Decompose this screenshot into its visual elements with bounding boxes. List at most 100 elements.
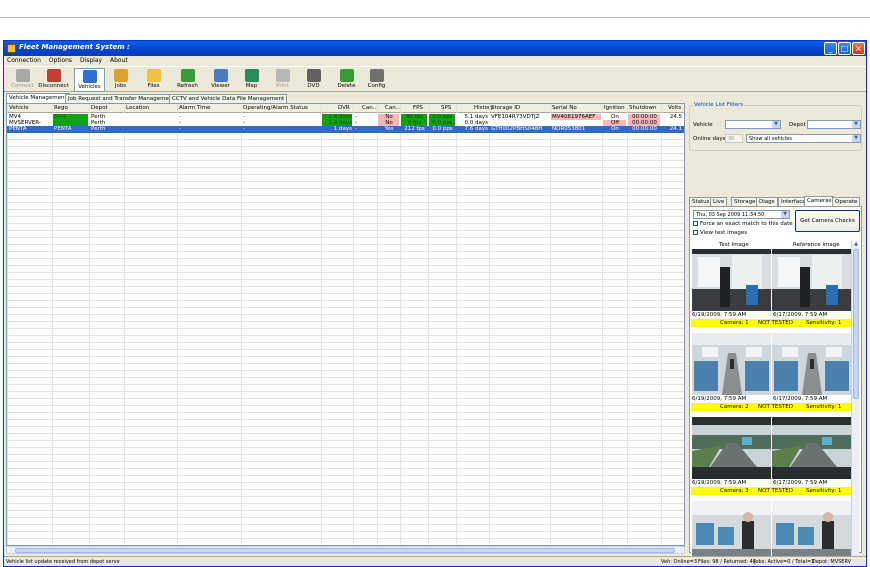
toolbar-map-button[interactable]: Map — [236, 68, 267, 92]
close-button[interactable]: × — [852, 42, 865, 55]
toolbar-files-button[interactable]: Files — [138, 68, 169, 92]
status-files: Files: 98 / Returned: 46 — [698, 559, 756, 565]
table-row[interactable]: PENTA PENTA Perth - -1 days - Yes 212 fps 0.0 pp… — [7, 126, 684, 133]
toolbar-button-label: Config — [367, 83, 386, 89]
toolbar-config-button[interactable]: Config — [361, 68, 392, 92]
table-cell: Perth — [91, 126, 106, 132]
depot-filter-select[interactable]: ▼ — [807, 120, 861, 129]
grid-column-header[interactable]: Shutdown — [629, 105, 656, 111]
tab-cameras[interactable]: Cameras — [804, 196, 835, 206]
test-image[interactable] — [692, 417, 772, 479]
table-cell: 1 days — [333, 126, 352, 132]
checkbox-box[interactable] — [693, 221, 698, 226]
minimize-button[interactable]: _ — [824, 42, 837, 55]
grid-column-header[interactable]: Volts — [668, 105, 681, 111]
reference-image[interactable] — [772, 501, 852, 563]
title-bar[interactable]: Fleet Management System : _ □ × — [4, 41, 866, 56]
grid-column-header[interactable]: Ignition — [604, 105, 625, 111]
vehicle-filter-select[interactable]: ▼ — [725, 120, 781, 129]
toolbar-delete-button[interactable]: Delete — [331, 68, 362, 92]
toolbar-button-label: DVD — [307, 83, 320, 89]
grid-column-header[interactable]: Vehicle — [9, 105, 29, 111]
vertical-scrollbar[interactable]: ▲ ▼ — [851, 241, 859, 566]
toolbar-refresh-button[interactable]: Refresh — [172, 68, 203, 92]
toolbar-jobs-button[interactable]: Jobs — [105, 68, 136, 92]
show-vehicles-select[interactable]: Show all vehicles ▼ — [746, 134, 861, 143]
status-depot: Depot: MVSERV — [812, 559, 852, 565]
reference-image[interactable] — [772, 249, 852, 311]
get-camera-checks-button[interactable]: Get Camera Checks — [795, 210, 860, 232]
reference-image-timestamp: 6/17/2009, 7:59 AM — [773, 480, 828, 486]
tab-status[interactable]: Status — [689, 197, 713, 206]
tab-storage[interactable]: Storage — [731, 197, 759, 206]
document-top-rule — [0, 17, 870, 18]
table-cell: PENTA — [54, 126, 72, 132]
tab-vehicle-management[interactable]: Vehicle Management — [6, 93, 70, 103]
view-test-images-checkbox[interactable]: View test images — [693, 230, 747, 236]
grid-column-header[interactable]: Rego — [54, 105, 68, 111]
menu-connection[interactable]: Connection — [4, 56, 44, 65]
toolbar-viewer-button[interactable]: Viewer — [205, 68, 236, 92]
camera-test-status: NOT TESTED — [758, 320, 793, 326]
date-picker[interactable]: Thu, 03 Sep 2009 11:34:50 ▼ — [693, 210, 790, 219]
test-image[interactable] — [692, 333, 772, 395]
camera-status-bar: Camera: 2 NOT TESTED Sensitivity: 1 — [691, 403, 851, 411]
camera-list[interactable]: Test Image Reference image 6/19/2009, 7:… — [691, 241, 859, 566]
force-exact-checkbox[interactable]: Force an exact match to this date — [693, 221, 793, 227]
grid-column-divider — [377, 104, 378, 545]
test-image[interactable] — [692, 249, 772, 311]
camera-check-item[interactable]: 6/19/2009, 7:59 AM6/17/2009, 7:59 AMCame… — [691, 249, 851, 331]
tab-live[interactable]: Live — [710, 197, 728, 206]
toolbar-connect-button[interactable]: Connect — [7, 68, 38, 92]
horizontal-scrollbar[interactable] — [6, 546, 685, 554]
disconnect-icon — [46, 69, 61, 82]
toolbar-button-label: Delete — [337, 83, 356, 89]
grid-column-header[interactable]: Operating/Alarm Status — [243, 105, 308, 111]
toolbar-disconnect-button[interactable]: Disconnect — [38, 68, 69, 92]
test-image[interactable] — [692, 501, 772, 563]
grid-column-header[interactable]: Location — [126, 105, 149, 111]
grid-column-header[interactable]: FPS — [413, 105, 423, 111]
camera-check-item[interactable]: 6/19/2009, 7:59 AM6/17/2009, 7:59 AMCame… — [691, 333, 851, 415]
tab-operate[interactable]: Operate — [832, 197, 861, 206]
grid-column-header[interactable]: Storage ID — [491, 105, 520, 111]
table-cell: 0.0 pps — [432, 126, 453, 132]
toolbar-dvd-button[interactable]: DVD — [298, 68, 329, 92]
grid-column-divider — [52, 104, 53, 545]
grid-column-header[interactable]: Can... — [362, 105, 378, 111]
dvd-icon — [306, 69, 321, 82]
right-tabs: Status Live Storage Diags Interface Came… — [689, 196, 862, 206]
checkbox-box[interactable] — [693, 230, 698, 235]
grid-column-header[interactable]: Depot — [91, 105, 108, 111]
toolbar-print-button[interactable]: Print — [267, 68, 298, 92]
reference-image[interactable] — [772, 417, 852, 479]
view-test-label: View test images — [700, 230, 748, 236]
grid-column-header[interactable]: SPS — [441, 105, 451, 111]
tab-job-request[interactable]: Job Request and Transfer Management — [65, 94, 178, 103]
menu-options[interactable]: Options — [46, 56, 75, 65]
test-image-timestamp: 6/19/2009, 7:59 AM — [692, 312, 747, 318]
reference-image[interactable] — [772, 333, 852, 395]
grid-column-header[interactable]: Can... — [385, 105, 401, 111]
online-days-input[interactable]: 30 — [725, 134, 743, 143]
grid-column-divider — [428, 104, 429, 545]
grid-column-divider — [550, 104, 551, 545]
files-icon — [146, 69, 161, 82]
vehicle-grid[interactable]: Vehicle Rego Depot Location Alarm Time Operat… — [6, 103, 685, 546]
main-window: Fleet Management System : _ □ × Connecti… — [3, 40, 867, 567]
grid-column-header[interactable]: Serial No — [552, 105, 577, 111]
toolbar-vehicles-button[interactable]: Vehicles — [74, 68, 105, 92]
tab-diags[interactable]: Diags — [756, 197, 778, 206]
scroll-thumb[interactable] — [15, 548, 675, 553]
scroll-thumb[interactable] — [853, 249, 859, 399]
menu-about[interactable]: About — [107, 56, 131, 65]
maximize-button[interactable]: □ — [838, 42, 851, 55]
menu-display[interactable]: Display — [77, 56, 105, 65]
grid-header: Vehicle Rego Depot Location Alarm Time Operat… — [7, 104, 684, 113]
camera-check-item[interactable]: 6/19/2009, 7:59 AM6/17/2009, 7:59 AMCame… — [691, 417, 851, 499]
status-veh: Veh: Online=3 — [661, 559, 698, 565]
scroll-up-icon[interactable]: ▲ — [852, 241, 859, 248]
tab-cctv-files[interactable]: CCTV and Vehicle Data File Management — [169, 94, 288, 103]
grid-column-header[interactable]: Alarm Time — [179, 105, 210, 111]
grid-column-header[interactable]: DVR — [338, 105, 350, 111]
